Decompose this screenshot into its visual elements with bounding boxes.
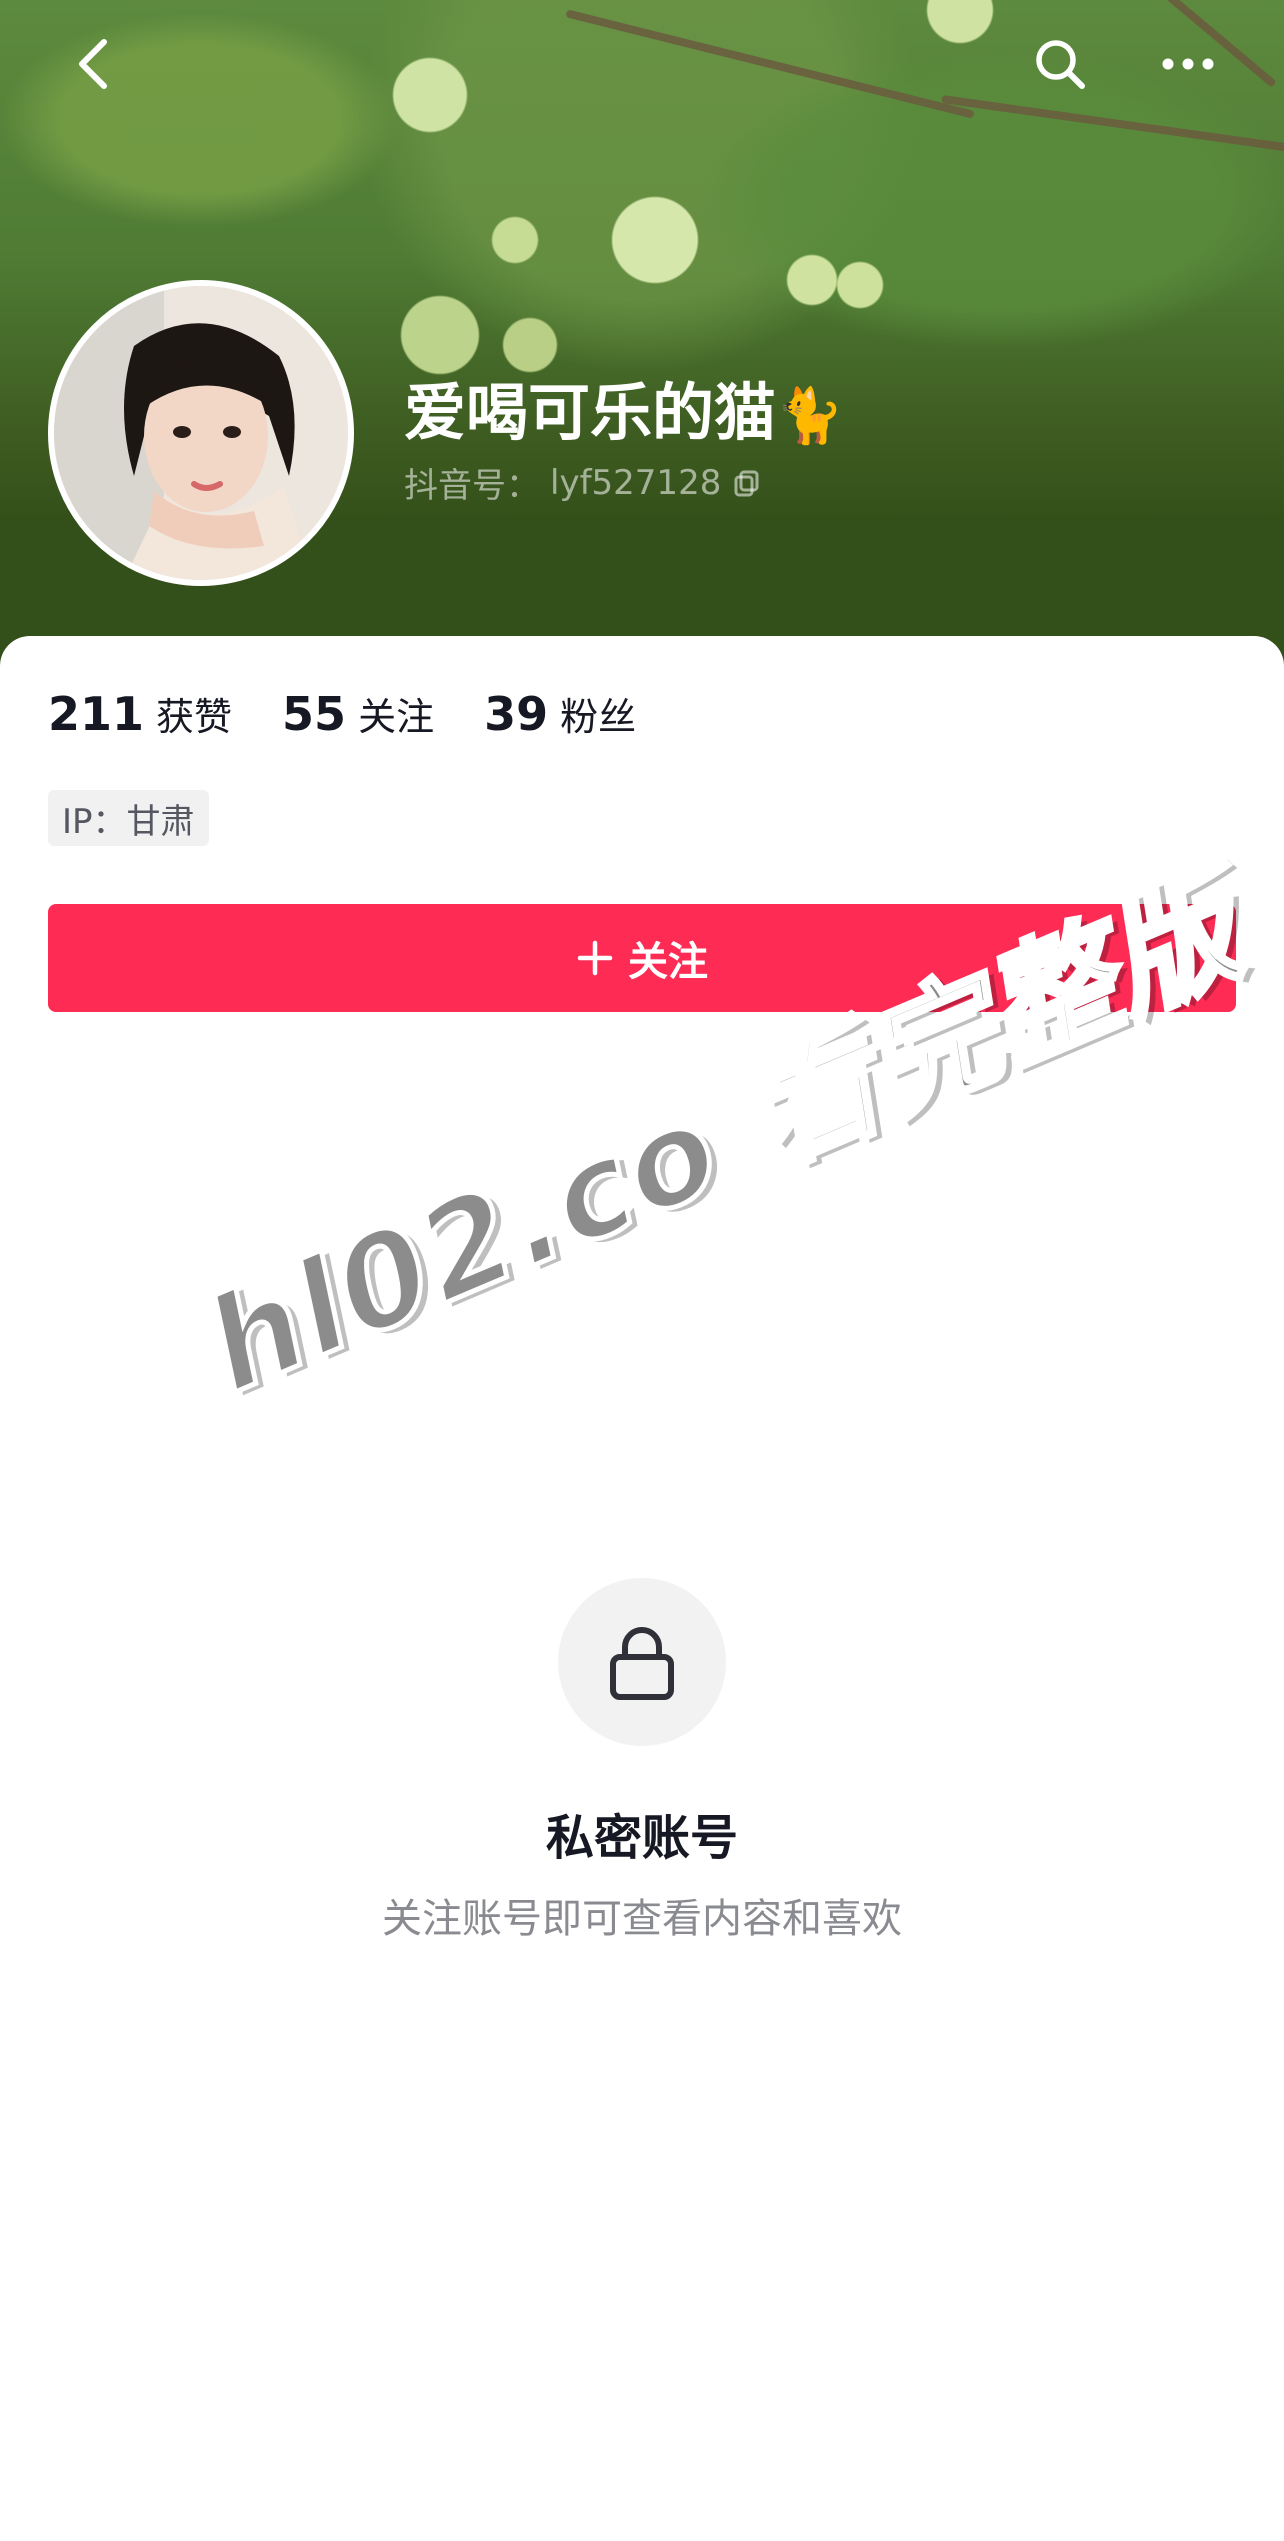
profile-name-text: 爱喝可乐的猫: [404, 376, 777, 449]
search-button[interactable]: [1024, 28, 1096, 100]
banner-branch: [941, 94, 1284, 154]
stat-label: 关注: [358, 695, 435, 739]
douyin-id[interactable]: 抖音号： lyf527128: [404, 458, 763, 507]
stat-following[interactable]: 55 关注: [282, 686, 434, 741]
chevron-left-icon: [79, 39, 107, 89]
stat-label: 获赞: [156, 695, 233, 739]
plus-icon: [576, 939, 614, 977]
private-account-subtitle: 关注账号即可查看内容和喜欢: [382, 1896, 902, 1942]
douyin-id-value: lyf527128: [550, 462, 722, 503]
more-dots-icon: [1162, 58, 1214, 70]
stat-likes[interactable]: 211 获赞: [48, 686, 232, 741]
stat-value: 39: [484, 687, 549, 741]
search-icon: [1036, 40, 1085, 89]
more-button[interactable]: [1152, 28, 1224, 100]
banner-branch: [565, 9, 975, 119]
profile-stats: 211 获赞 55 关注 39 粉丝: [48, 686, 636, 741]
stat-value: 55: [282, 687, 347, 741]
stat-value: 211: [48, 687, 145, 741]
douyin-id-label: 抖音号：: [404, 466, 540, 506]
ip-location-tag: IP：甘肃: [48, 790, 209, 846]
cat-emoji: 🐈: [776, 384, 844, 447]
back-button[interactable]: [58, 28, 130, 100]
stat-followers[interactable]: 39 粉丝: [484, 686, 636, 741]
copy-icon[interactable]: [731, 467, 763, 499]
follow-button-label: 关注: [628, 940, 708, 984]
avatar[interactable]: [48, 280, 354, 586]
lock-icon: [610, 1627, 674, 1700]
lock-badge: [558, 1578, 726, 1746]
avatar-photo: [54, 286, 348, 580]
profile-name: 爱喝可乐的猫🐈: [404, 362, 843, 452]
private-account-title: 私密账号: [545, 1810, 738, 1866]
stat-label: 粉丝: [560, 695, 637, 739]
